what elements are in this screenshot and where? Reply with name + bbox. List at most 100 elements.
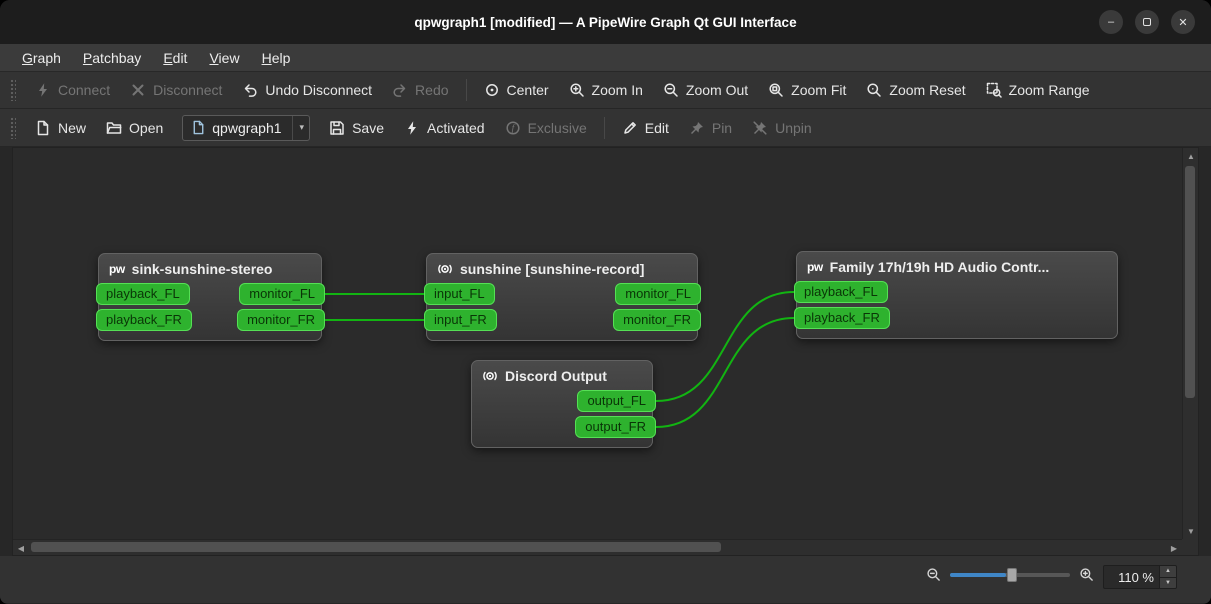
window-controls: – ✕	[1099, 10, 1195, 34]
pin-button[interactable]: Pin	[680, 115, 741, 141]
zoom-in-icon	[569, 83, 584, 97]
save-button[interactable]: Save	[320, 115, 393, 141]
zoom-slider[interactable]	[950, 565, 1070, 584]
graph-node-discord-output[interactable]: Discord Output output_FL output_FR	[471, 360, 656, 448]
vertical-scrollbar-thumb[interactable]	[1185, 166, 1195, 398]
scroll-down-button[interactable]: ▼	[1183, 523, 1199, 539]
horizontal-scrollbar-thumb[interactable]	[31, 542, 721, 552]
output-port[interactable]: output_FL	[577, 390, 656, 412]
zoom-out-icon	[664, 83, 678, 97]
node-title: sunshine [sunshine-record]	[460, 261, 645, 277]
pipewire-icon: pw	[109, 262, 125, 276]
app-window: qpwgraph1 [modified] — A PipeWire Graph …	[0, 0, 1211, 604]
pipewire-icon: pw	[807, 260, 823, 274]
exclusive-button[interactable]: f Exclusive	[496, 115, 596, 141]
zoom-reset-icon	[867, 83, 882, 97]
open-button[interactable]: Open	[97, 115, 172, 141]
menu-view[interactable]: View	[199, 47, 249, 69]
graph-canvas-area: pw sink-sunshine-stereo playback_FL play…	[12, 147, 1199, 556]
zoom-in-icon[interactable]	[1079, 567, 1094, 582]
graph-node-sunshine[interactable]: sunshine [sunshine-record] input_FL inpu…	[424, 253, 701, 341]
scrollbar-corner	[1182, 539, 1198, 555]
graph-node-family-hd-audio[interactable]: pw Family 17h/19h HD Audio Contr... play…	[794, 251, 1118, 339]
zoom-fit-icon	[769, 83, 783, 97]
spin-buttons: ▲ ▼	[1159, 566, 1176, 588]
new-button[interactable]: New	[26, 115, 95, 141]
maximize-icon	[1143, 18, 1151, 26]
chevron-down-icon: ▾	[291, 115, 304, 140]
horizontal-scrollbar[interactable]: ◀ ▶	[13, 539, 1182, 555]
vertical-scrollbar[interactable]: ▲ ▼	[1182, 148, 1198, 539]
zoom-range-icon	[986, 82, 1002, 98]
spin-up-button[interactable]: ▲	[1160, 566, 1176, 577]
patchbay-select-value: qpwgraph1	[212, 119, 282, 136]
disconnect-button[interactable]: Disconnect	[121, 77, 231, 103]
graph-toolbar: Connect Disconnect Undo Disconnect Redo …	[0, 72, 1211, 109]
undo-disconnect-button[interactable]: Undo Disconnect	[233, 77, 381, 103]
zoom-reset-button[interactable]: Zoom Reset	[857, 77, 974, 103]
redo-button[interactable]: Redo	[383, 77, 457, 103]
close-icon: ✕	[1178, 16, 1188, 29]
input-port[interactable]: input_FR	[424, 309, 497, 331]
activated-button[interactable]: Activated	[395, 115, 494, 141]
exclusive-icon: f	[506, 120, 520, 135]
zoom-value[interactable]: 110 %	[1104, 566, 1159, 588]
output-port[interactable]: monitor_FL	[239, 283, 325, 305]
undo-icon	[245, 84, 257, 97]
spin-down-button[interactable]: ▼	[1160, 576, 1176, 588]
menu-edit[interactable]: Edit	[153, 47, 197, 69]
zoom-fit-button[interactable]: Zoom Fit	[759, 77, 855, 103]
input-port[interactable]: playback_FL	[794, 281, 888, 303]
open-folder-icon	[106, 121, 122, 134]
disconnect-icon	[132, 84, 144, 96]
close-button[interactable]: ✕	[1171, 10, 1195, 34]
input-port[interactable]: playback_FL	[96, 283, 190, 305]
output-port[interactable]: monitor_FR	[613, 309, 701, 331]
node-title: Discord Output	[505, 368, 607, 384]
graph-viewport[interactable]: pw sink-sunshine-stereo playback_FL play…	[13, 148, 1182, 539]
edit-button[interactable]: Edit	[613, 115, 678, 141]
node-title: sink-sunshine-stereo	[131, 261, 273, 277]
zoom-in-button[interactable]: Zoom In	[560, 77, 652, 103]
toolbar-drag-handle[interactable]	[10, 116, 16, 139]
statusbar: 110 % ▲ ▼	[0, 556, 1211, 603]
patchbay-file-icon	[193, 120, 204, 135]
connection-edges	[324, 291, 795, 428]
graph-node-sink-sunshine-stereo[interactable]: pw sink-sunshine-stereo playback_FL play…	[96, 253, 325, 341]
redo-icon	[393, 84, 406, 97]
zoom-spinbox[interactable]: 110 % ▲ ▼	[1103, 565, 1177, 589]
zoom-out-button[interactable]: Zoom Out	[654, 77, 757, 103]
node-header: pw sink-sunshine-stereo	[99, 254, 321, 280]
menu-help[interactable]: Help	[252, 47, 301, 69]
center-button[interactable]: Center	[475, 77, 558, 103]
pin-icon	[690, 121, 703, 134]
patchbay-select[interactable]: qpwgraph1 ▾	[182, 114, 311, 141]
svg-text:f: f	[511, 123, 515, 134]
connect-button[interactable]: Connect	[26, 77, 119, 103]
zoom-range-button[interactable]: Zoom Range	[977, 77, 1099, 103]
menu-patchbay[interactable]: Patchbay	[73, 47, 151, 69]
minimize-button[interactable]: –	[1099, 10, 1123, 34]
toolbar-separator	[603, 116, 605, 139]
zoom-out-icon[interactable]	[926, 567, 941, 582]
menu-graph[interactable]: Graph	[12, 47, 71, 69]
output-port[interactable]: output_FR	[575, 416, 656, 438]
unpin-button[interactable]: Unpin	[743, 115, 821, 141]
slider-handle[interactable]	[1007, 568, 1017, 582]
scroll-left-button[interactable]: ◀	[13, 540, 29, 556]
titlebar[interactable]: qpwgraph1 [modified] — A PipeWire Graph …	[0, 0, 1211, 44]
scroll-up-button[interactable]: ▲	[1183, 148, 1199, 164]
menubar: Graph Patchbay Edit View Help	[0, 44, 1211, 72]
output-port[interactable]: monitor_FL	[615, 283, 701, 305]
toolbar-drag-handle[interactable]	[10, 79, 16, 101]
input-port[interactable]: playback_FR	[794, 307, 890, 329]
input-port[interactable]: playback_FR	[96, 309, 192, 331]
scroll-right-button[interactable]: ▶	[1166, 540, 1182, 556]
save-icon	[330, 120, 344, 135]
input-port[interactable]: input_FL	[424, 283, 495, 305]
output-port[interactable]: monitor_FR	[237, 309, 325, 331]
maximize-button[interactable]	[1135, 10, 1159, 34]
application-icon	[483, 371, 497, 381]
activated-bolt-icon	[408, 120, 416, 135]
toolbar-separator	[465, 79, 467, 101]
